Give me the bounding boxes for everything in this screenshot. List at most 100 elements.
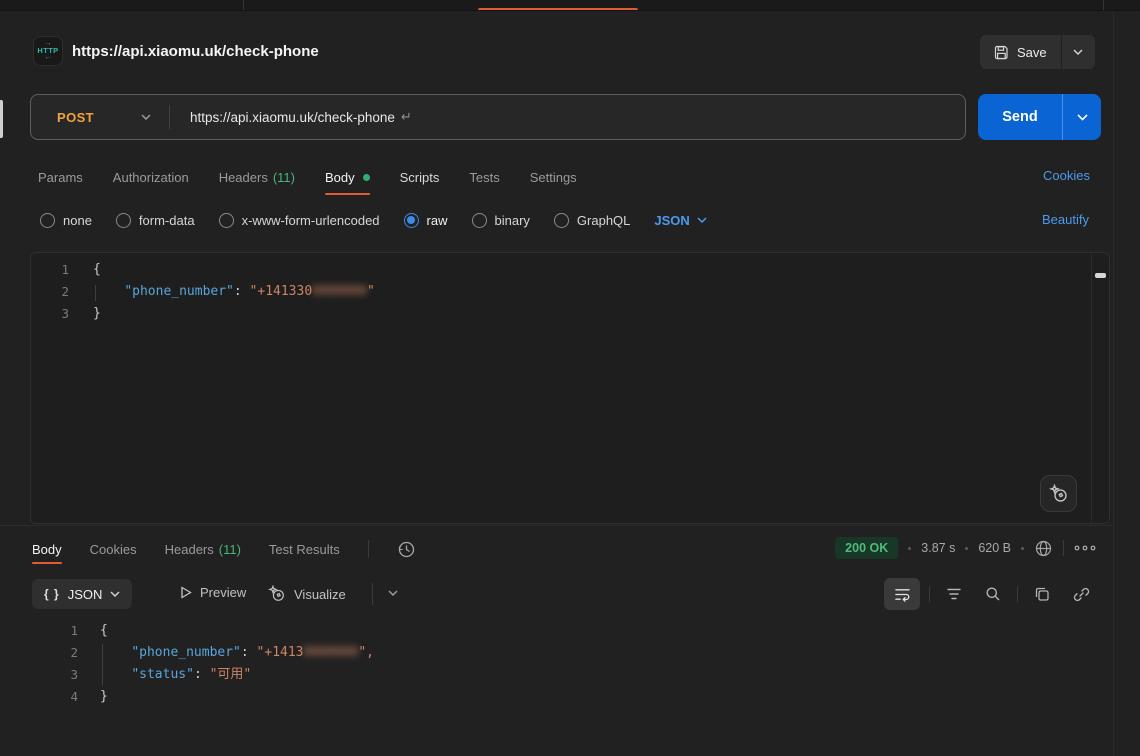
code-line: 3 "status": "可用" xyxy=(30,664,1110,686)
history-clock-icon xyxy=(397,540,416,559)
response-tab-headers[interactable]: Headers(11) xyxy=(165,542,241,557)
workspace-tab-untitled[interactable]: GETUntitled Request xyxy=(85,0,200,11)
response-format-select[interactable]: { } JSON xyxy=(32,579,132,609)
body-mode-form-data[interactable]: form-data xyxy=(116,213,195,228)
response-tab-test-results[interactable]: Test Results xyxy=(269,542,340,557)
language-select[interactable]: JSON xyxy=(654,213,706,228)
return-key-hint: ↵ xyxy=(401,109,412,125)
tab-tests[interactable]: Tests xyxy=(469,170,499,185)
divider xyxy=(169,105,170,129)
network-info-button[interactable] xyxy=(1034,539,1053,558)
copy-icon xyxy=(1034,586,1050,602)
chevron-down-icon xyxy=(388,590,398,596)
response-size[interactable]: 620 B xyxy=(978,541,1011,555)
body-mode-urlencoded[interactable]: x-www-form-urlencoded xyxy=(219,213,380,228)
indent-guide xyxy=(95,285,96,301)
save-split-button: Save xyxy=(980,35,1095,69)
radio-selected-icon xyxy=(404,213,419,228)
tab-divider xyxy=(243,0,244,11)
divider xyxy=(929,586,930,602)
ellipsis-icon xyxy=(1074,544,1096,552)
method-select[interactable]: POST xyxy=(31,110,169,125)
tab-body[interactable]: Body xyxy=(325,170,370,185)
play-icon xyxy=(180,586,192,599)
response-action-icons xyxy=(884,578,1096,610)
radio-icon xyxy=(40,213,55,228)
response-tab-cookies[interactable]: Cookies xyxy=(90,542,137,557)
sidebar-resize-handle[interactable] xyxy=(0,100,3,138)
postbot-button[interactable] xyxy=(1040,475,1077,512)
braces-icon: { } xyxy=(44,587,60,601)
redacted-phone-digits: 0000000 xyxy=(304,645,359,660)
beautify-link[interactable]: Beautify xyxy=(1042,212,1089,227)
radio-icon xyxy=(219,213,234,228)
chevron-down-icon xyxy=(697,217,707,223)
body-mode-row: none form-data x-www-form-urlencoded raw… xyxy=(40,207,707,233)
visualize-options-button[interactable] xyxy=(388,590,398,596)
search-response-button[interactable] xyxy=(978,579,1008,609)
body-mode-graphql[interactable]: GraphQL xyxy=(554,213,630,228)
body-modified-dot xyxy=(363,174,370,181)
dot-separator xyxy=(965,547,968,550)
scrollbar-thumb[interactable] xyxy=(1095,273,1106,278)
url-bar: POST https://api.xiaomu.uk/check-phone ↵ xyxy=(30,94,966,140)
save-button-label: Save xyxy=(1017,45,1047,60)
cookies-link[interactable]: Cookies xyxy=(1043,168,1090,183)
save-button[interactable]: Save xyxy=(980,35,1061,69)
code-line: 2 "phone_number": "+1413300000000" xyxy=(31,281,1109,303)
response-time[interactable]: 3.87 s xyxy=(921,541,955,555)
code-line: 1 { xyxy=(30,620,1110,642)
request-body-editor[interactable]: 1 { 2 "phone_number": "+1413300000000" 3… xyxy=(30,252,1110,524)
save-options-button[interactable] xyxy=(1061,35,1095,69)
headers-count-badge: (11) xyxy=(273,170,295,185)
tab-params[interactable]: Params xyxy=(38,170,83,185)
panel-divider[interactable] xyxy=(0,525,1113,526)
tab-settings[interactable]: Settings xyxy=(530,170,577,185)
send-options-button[interactable] xyxy=(1062,94,1101,140)
response-more-options-button[interactable] xyxy=(1074,544,1096,552)
url-input[interactable]: https://api.xiaomu.uk/check-phone xyxy=(190,110,395,125)
body-mode-raw[interactable]: raw xyxy=(404,213,448,228)
send-split-button: Send xyxy=(978,94,1101,140)
chevron-down-icon xyxy=(141,114,151,120)
dot-separator xyxy=(908,547,911,550)
search-icon[interactable] xyxy=(930,0,942,11)
arrow-left-icon: ← xyxy=(45,55,52,61)
chevron-down-icon xyxy=(1073,49,1083,55)
globe-icon xyxy=(1034,539,1053,558)
response-tab-bar: Body Cookies Headers(11) Test Results xyxy=(32,535,416,563)
language-select-value: JSON xyxy=(654,213,689,228)
wrap-text-button[interactable] xyxy=(884,578,920,610)
sparkle-bot-icon xyxy=(1049,484,1069,504)
status-badge[interactable]: 200 OK xyxy=(835,537,898,559)
link-response-button[interactable] xyxy=(1066,579,1096,609)
response-history-button[interactable] xyxy=(397,540,416,559)
chevron-down-icon xyxy=(110,591,120,597)
dot-separator xyxy=(1021,547,1024,550)
code-line: 4 } xyxy=(30,686,1110,708)
workspace-tab-2[interactable]: GEThttps://api.xiaomu.uk/ch xyxy=(265,0,418,11)
response-tab-body[interactable]: Body xyxy=(32,542,62,557)
tab-authorization[interactable]: Authorization xyxy=(113,170,189,185)
copy-response-button[interactable] xyxy=(1027,579,1057,609)
search-icon xyxy=(985,586,1001,602)
environment-selector[interactable]: No environment xyxy=(952,0,1037,11)
visualize-button[interactable]: Visualize xyxy=(268,585,346,603)
active-tab-underline xyxy=(478,8,638,11)
save-icon xyxy=(994,45,1009,60)
code-line: 1 { xyxy=(31,259,1109,281)
body-mode-binary[interactable]: binary xyxy=(472,213,530,228)
response-body-editor[interactable]: 1 { 2 "phone_number": "+14130000000", 3 … xyxy=(30,618,1110,756)
request-tab-bar: Params Authorization Headers(11) Body Sc… xyxy=(38,164,577,190)
filter-icon xyxy=(946,587,962,601)
http-request-icon: → HTTP ← xyxy=(33,36,63,66)
filter-button[interactable] xyxy=(939,579,969,609)
redacted-phone-digits: 0000000 xyxy=(312,284,367,299)
tab-scripts[interactable]: Scripts xyxy=(400,170,440,185)
send-button[interactable]: Send xyxy=(978,94,1062,140)
new-tab-button[interactable]: + xyxy=(686,0,695,11)
tab-headers[interactable]: Headers(11) xyxy=(219,170,295,185)
preview-button[interactable]: Preview xyxy=(180,585,246,600)
body-mode-none[interactable]: none xyxy=(40,213,92,228)
code-line: 3 } xyxy=(31,303,1109,325)
